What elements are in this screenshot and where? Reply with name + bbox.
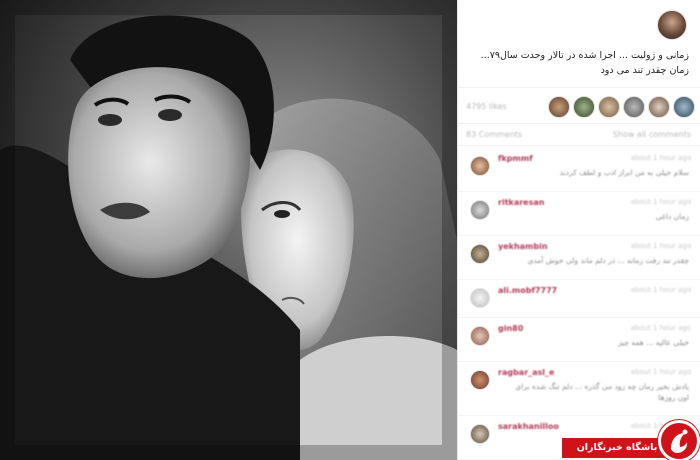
comments-count: 83 Comments (466, 130, 523, 139)
comment-time: about 1 hour ago (630, 324, 691, 332)
post-sidebar: زمانی و ژولیت ... اجرا شده در تالار وحدت… (457, 0, 700, 460)
liker-avatar[interactable] (573, 96, 595, 118)
comment-text: سلام خیلی به من ابراز ادب و لطف کردند (559, 168, 689, 177)
likes-count[interactable]: 4795 likes (466, 102, 507, 111)
watermark-logo: باشگاه خبرنگاران (562, 420, 700, 460)
comment-item: yekhambin about 1 hour ago چقدر تند رفت … (458, 236, 700, 280)
comment-item: fkpmmf about 1 hour ago سلام خیلی به من … (458, 148, 700, 192)
commenter-avatar[interactable] (470, 288, 490, 308)
comment-item: ritkaresan about 1 hour ago زمان داغی (458, 192, 700, 236)
comment-time: about 1 hour ago (630, 286, 691, 294)
comments-list[interactable]: fkpmmf about 1 hour ago سلام خیلی به من … (458, 148, 700, 460)
comment-text: زمان داغی (655, 212, 689, 221)
commenter-username[interactable]: ritkaresan (498, 198, 544, 207)
liker-avatar[interactable] (548, 96, 570, 118)
comment-time: about 1 hour ago (630, 198, 691, 206)
commenter-username[interactable]: sarakhanilloo (498, 422, 559, 431)
comment-text: چقدر تند رفت زمانه ... در دلم ماند ولی خ… (527, 256, 689, 265)
comment-item: ali.mobf7777 about 1 hour ago (458, 280, 700, 318)
commenter-avatar[interactable] (470, 244, 490, 264)
commenter-username[interactable]: ali.mobf7777 (498, 286, 557, 295)
comment-time: about 1 hour ago (630, 154, 691, 162)
author-avatar[interactable] (657, 10, 687, 40)
comment-time: about 1 hour ago (630, 368, 691, 376)
comments-header: 83 Comments Show all comments (458, 124, 700, 146)
instagram-post-view: زمانی و ژولیت ... اجرا شده در تالار وحدت… (0, 0, 700, 460)
comment-text: یادش بخیر زمان چه زود می گذره ... دلم تن… (515, 382, 689, 402)
commenter-username[interactable]: gin80 (498, 324, 523, 333)
liker-avatars (548, 96, 695, 118)
comment-item: ragbar_asl_e about 1 hour ago یادش بخیر … (458, 362, 700, 416)
watermark-emblem-icon (658, 420, 700, 460)
commenter-username[interactable]: fkpmmf (498, 154, 533, 163)
commenter-avatar[interactable] (470, 370, 490, 390)
post-header: زمانی و ژولیت ... اجرا شده در تالار وحدت… (458, 0, 700, 88)
watermark-emblem-glyph (671, 429, 688, 453)
commenter-avatar[interactable] (470, 156, 490, 176)
liker-avatar[interactable] (673, 96, 695, 118)
comment-time: about 1 hour ago (630, 242, 691, 250)
commenter-username[interactable]: yekhambin (498, 242, 548, 251)
post-photo (0, 0, 457, 460)
liker-avatar[interactable] (648, 96, 670, 118)
comment-text: خیلی عالیه ... همه چیز (617, 338, 689, 347)
show-all-comments-link[interactable]: Show all comments (613, 130, 691, 139)
liker-avatar[interactable] (623, 96, 645, 118)
commenter-avatar[interactable] (470, 200, 490, 220)
liker-avatar[interactable] (598, 96, 620, 118)
commenter-avatar[interactable] (470, 424, 490, 444)
post-photo-artwork (0, 0, 457, 460)
commenter-avatar[interactable] (470, 326, 490, 346)
likes-row: 4795 likes (458, 90, 700, 124)
commenter-username[interactable]: ragbar_asl_e (498, 368, 554, 377)
comment-item: gin80 about 1 hour ago خیلی عالیه ... هم… (458, 318, 700, 362)
watermark-label: باشگاه خبرنگاران (562, 438, 672, 458)
post-caption: زمانی و ژولیت ... اجرا شده در تالار وحدت… (480, 50, 689, 76)
